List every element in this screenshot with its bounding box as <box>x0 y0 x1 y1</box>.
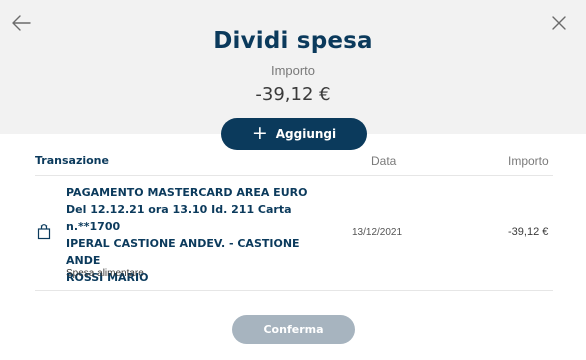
transaction-date: 13/12/2021 <box>352 227 403 238</box>
add-button[interactable]: + Aggiungi <box>221 118 367 150</box>
plus-icon: + <box>251 121 268 144</box>
transaction-category: Spesa alimentare <box>66 268 144 279</box>
dialog-header: Dividi spesa Importo -39,12 € <box>0 0 586 134</box>
description-line: PAGAMENTO MASTERCARD AREA EURO <box>66 186 308 199</box>
page-title: Dividi spesa <box>213 28 373 54</box>
column-header-date: Data <box>371 154 397 168</box>
description-line: Del 12.12.21 ora 13.10 Id. 211 Carta n.*… <box>66 203 292 233</box>
add-button-label: Aggiungi <box>275 127 337 141</box>
amount-value: -39,12 € <box>255 84 331 105</box>
transaction-amount: -39,12 € <box>508 226 549 238</box>
description-line: ANDE <box>66 254 101 267</box>
amount-label: Importo <box>270 63 316 78</box>
column-header-transaction: Transazione <box>35 154 109 167</box>
table-divider <box>35 290 553 291</box>
confirm-button[interactable]: Conferma <box>232 315 355 344</box>
description-line: IPERAL CASTIONE ANDEV. - CASTIONE <box>66 237 300 250</box>
shopping-bag-icon <box>37 224 51 240</box>
column-header-amount: Importo <box>508 154 549 168</box>
table-divider <box>35 175 553 176</box>
